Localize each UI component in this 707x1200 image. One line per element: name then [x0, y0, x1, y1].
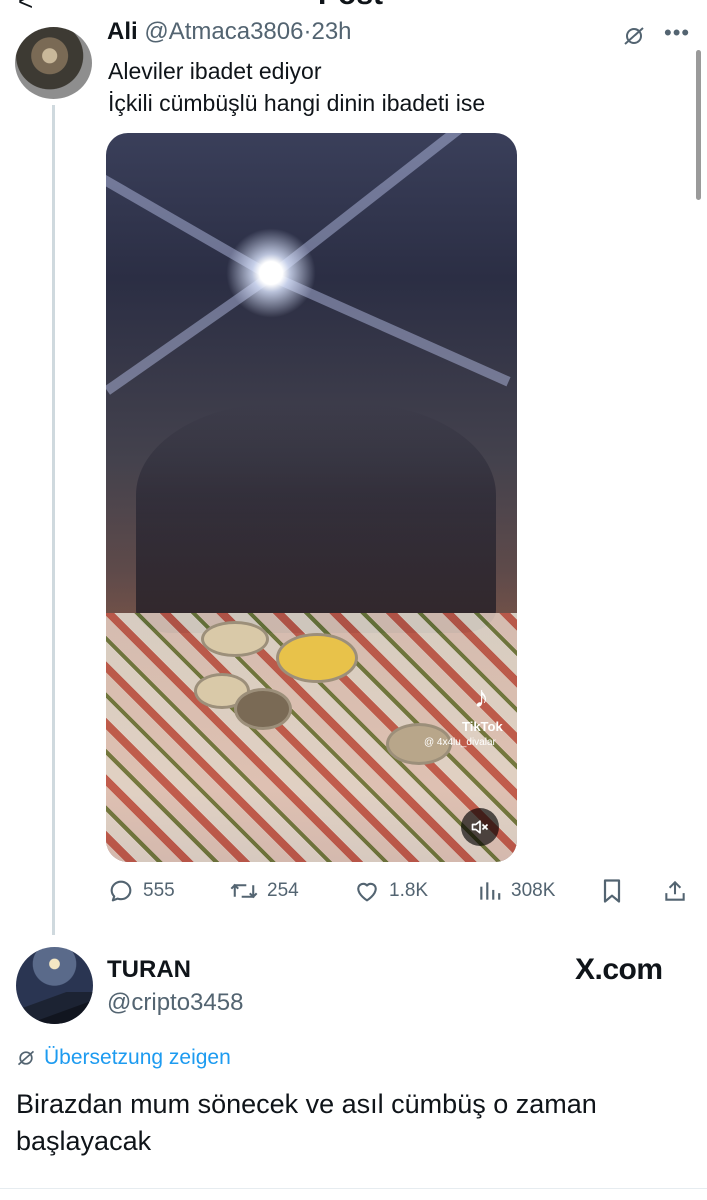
people-dancing	[136, 403, 496, 633]
avatar[interactable]	[16, 947, 93, 1024]
tweet-text-line-2: İçkili cümbüşlü hangi dinin ibadeti ise	[108, 90, 486, 116]
heart-icon	[357, 882, 377, 902]
display-name[interactable]: Ali	[107, 18, 138, 45]
views-button[interactable]: 308K	[477, 876, 555, 906]
like-count: 1.8K	[389, 880, 429, 901]
mute-icon	[471, 820, 489, 834]
mountain-graphic	[16, 992, 93, 1024]
tiktok-handle: @ 4x4lu_divalar	[424, 737, 496, 748]
page-title: Post	[318, 0, 383, 12]
reply-icon	[110, 880, 132, 902]
more-options-icon[interactable]: •••	[664, 20, 690, 46]
like-button[interactable]: 1.8K	[353, 876, 428, 906]
share-icon	[665, 880, 685, 901]
scrollbar[interactable]	[696, 50, 701, 200]
ceiling-light	[226, 228, 316, 318]
reply-count: 555	[143, 880, 175, 901]
repost-icon	[230, 883, 258, 899]
video-media[interactable]: ♪ TikTok @ 4x4lu_divalar	[106, 133, 517, 862]
tweet-meta: Ali @Atmaca3806·23h	[107, 18, 352, 46]
repost-button[interactable]: 254	[229, 876, 299, 906]
bookmark-icon	[603, 879, 621, 903]
back-arrow-icon[interactable]: <	[18, 0, 33, 14]
reply-button[interactable]: 555	[107, 876, 175, 906]
tweet-text-line-1: Aleviler ibadet ediyor	[108, 58, 322, 84]
thread-line	[52, 105, 55, 935]
bookmark-button[interactable]	[600, 876, 624, 906]
views-icon	[480, 882, 501, 900]
timestamp[interactable]: 23h	[311, 18, 351, 45]
display-name[interactable]: TURAN	[107, 956, 191, 984]
view-count: 308K	[511, 880, 556, 901]
translate-link[interactable]: Übersetzung zeigen	[16, 1046, 231, 1070]
repost-count: 254	[267, 880, 299, 901]
handle[interactable]: @Atmaca3806	[144, 18, 303, 45]
translate-label: Übersetzung zeigen	[44, 1046, 231, 1069]
quote-text: Birazdan mum sönecek ve asıl cümbüş o za…	[16, 1089, 597, 1156]
avatar[interactable]	[15, 27, 92, 99]
x-brand-logo: X.com	[575, 953, 663, 986]
tiktok-logo-icon: ♪	[474, 681, 489, 714]
top-bar: < Post	[0, 0, 707, 14]
handle[interactable]: @cripto3458	[107, 989, 243, 1017]
tiktok-watermark: TikTok	[462, 719, 503, 734]
share-button[interactable]	[662, 876, 688, 906]
translate-icon	[17, 1050, 35, 1066]
grok-icon[interactable]	[622, 24, 646, 48]
mute-button[interactable]	[461, 808, 499, 846]
divider	[0, 1188, 707, 1189]
